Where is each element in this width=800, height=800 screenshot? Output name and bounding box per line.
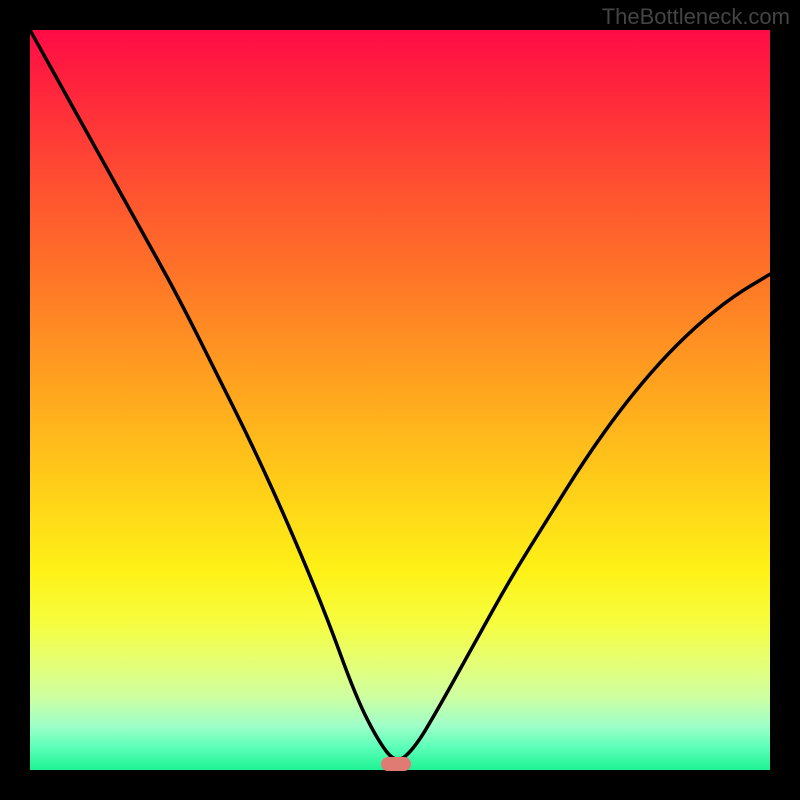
watermark-text: TheBottleneck.com [602, 4, 790, 30]
bottleneck-curve [30, 30, 770, 770]
optimum-marker [381, 757, 411, 771]
chart-plot-area [30, 30, 770, 770]
chart-frame: TheBottleneck.com [0, 0, 800, 800]
